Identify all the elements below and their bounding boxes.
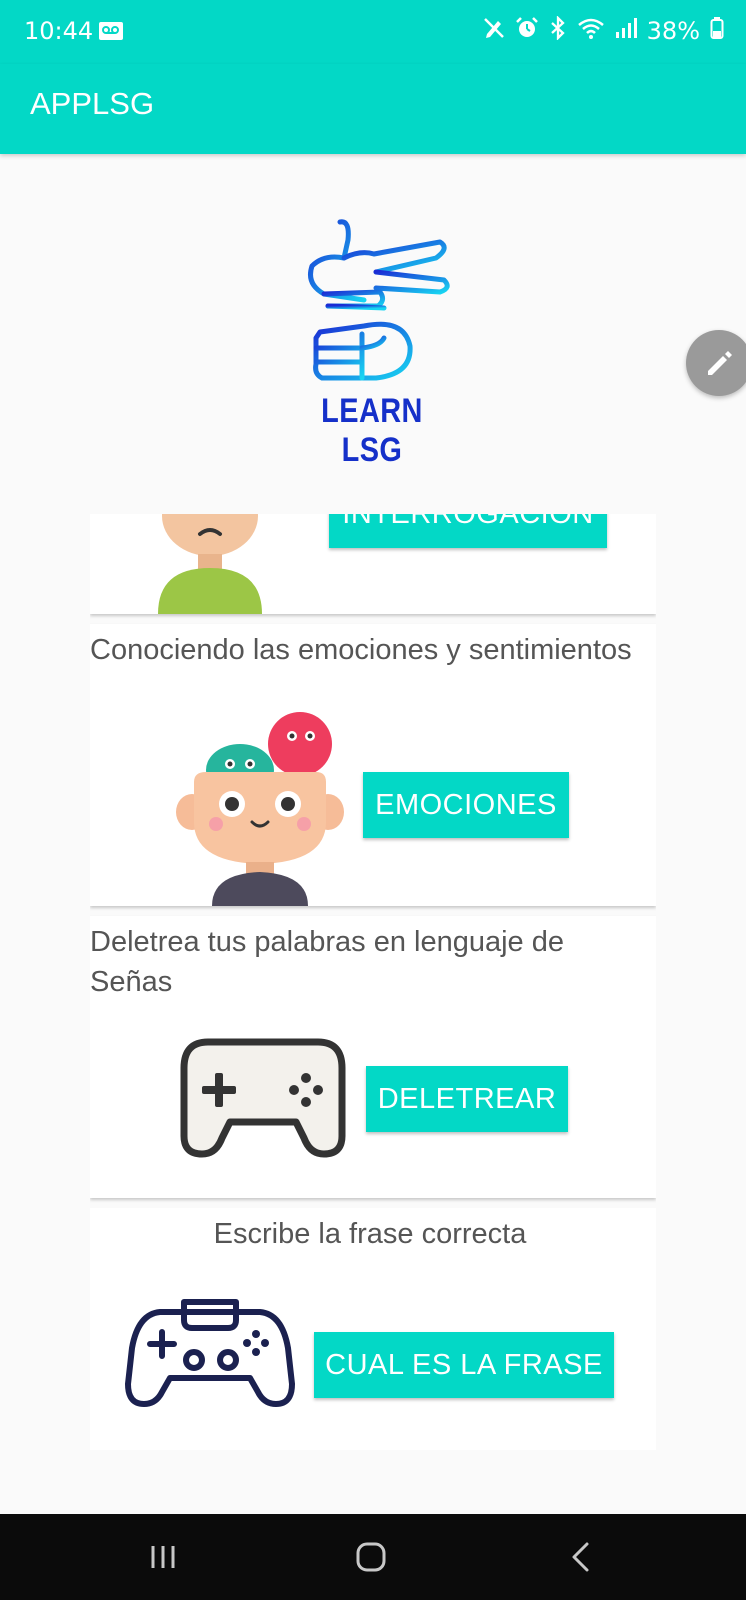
logo-text: LEARN LSG: [321, 392, 423, 469]
home-icon: [356, 1542, 386, 1572]
recent-apps-button[interactable]: [103, 1514, 223, 1600]
navigation-bar: [0, 1514, 746, 1600]
learn-lsg-logo: LEARN LSG: [284, 214, 460, 469]
card-interrogacion: INTERROGACIÓN: [90, 514, 656, 614]
signal-icon: [615, 17, 637, 45]
battery-percent: 38%: [646, 17, 700, 45]
wifi-icon: [577, 16, 605, 46]
edit-fab-button[interactable]: [686, 330, 746, 396]
no-pen-icon: [483, 16, 505, 46]
deletrear-button[interactable]: DELETREAR: [366, 1066, 568, 1132]
status-icons: 38%: [483, 15, 724, 46]
back-icon: [572, 1542, 589, 1572]
alarm-icon: [515, 16, 539, 46]
interrogacion-button[interactable]: INTERROGACIÓN: [329, 514, 607, 548]
card-description: Conociendo las emociones y sentimientos: [90, 634, 632, 666]
home-button[interactable]: [311, 1514, 431, 1600]
status-bar: 10:44 38%: [0, 0, 746, 64]
activity-list[interactable]: INTERROGACIÓN Conociendo las emociones y…: [90, 514, 656, 1450]
back-button[interactable]: [521, 1514, 641, 1600]
game-controller-icon: [124, 1298, 296, 1410]
card-emociones: Conociendo las emociones y sentimientos: [90, 624, 656, 906]
card-frase: Escribe la frase correcta CUAL ES LA FRA…: [90, 1208, 656, 1450]
gamepad-icon: [178, 1036, 348, 1158]
app-title: APPLSG: [30, 86, 155, 121]
sad-child-icon: [150, 514, 270, 614]
bluetooth-icon: [549, 15, 567, 46]
emociones-button[interactable]: EMOCIONES: [363, 772, 569, 838]
cual-es-la-frase-button[interactable]: CUAL ES LA FRASE: [314, 1332, 614, 1398]
voicemail-icon: [98, 20, 126, 46]
status-time: 10:44: [24, 17, 94, 45]
recent-apps-icon: [151, 1546, 175, 1568]
card-description: Escribe la frase correcta: [213, 1218, 527, 1250]
card-description: Deletrea tus palabras en lenguaje de Señ…: [90, 926, 564, 998]
sign-hands-icon: [308, 219, 450, 381]
app-bar: APPLSG: [0, 64, 746, 154]
card-deletrear: Deletrea tus palabras en lenguaje de Señ…: [90, 916, 656, 1198]
emotions-child-icon: [176, 712, 346, 906]
battery-icon: [710, 16, 724, 46]
edit-pencil-icon: [708, 351, 732, 375]
